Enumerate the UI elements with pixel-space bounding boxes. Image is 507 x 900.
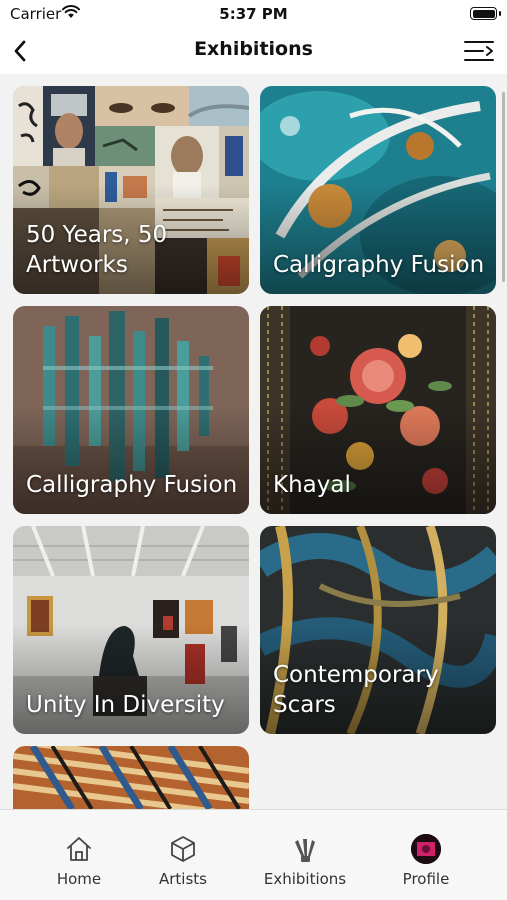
exhibition-card[interactable]: Calligraphy Fusion [260, 86, 496, 294]
exhibition-title: Unity In Diversity [26, 692, 225, 718]
tab-profile[interactable]: Profile [371, 810, 481, 900]
exhibition-card[interactable] [13, 746, 249, 809]
tab-bar: Home Artists Exhibitions Profile [0, 809, 507, 900]
tab-exhibitions[interactable]: Exhibitions [250, 810, 360, 900]
exhibition-title: Contemporary Scars [273, 662, 439, 718]
tab-label: Exhibitions [263, 870, 347, 888]
nav-header: Exhibitions [0, 28, 507, 74]
tab-label: Home [56, 870, 102, 888]
scrollbar[interactable] [502, 92, 505, 282]
tab-label: Artists [159, 870, 207, 888]
exhibition-image [13, 746, 249, 809]
tab-home[interactable]: Home [24, 810, 134, 900]
exhibition-card[interactable]: Khayal [260, 306, 496, 514]
exhibition-title: Calligraphy Fusion [26, 472, 238, 498]
exhibition-title: Calligraphy Fusion [273, 252, 485, 278]
brushes-icon [295, 839, 315, 862]
page-title: Exhibitions [194, 38, 313, 60]
status-bar: Carrier 5:37 PM [0, 0, 507, 28]
exhibition-card[interactable]: Calligraphy Fusion [13, 306, 249, 514]
exhibition-card[interactable]: Unity In Diversity [13, 526, 249, 734]
avatar [411, 834, 441, 864]
exhibition-title: Khayal [273, 472, 351, 498]
home-icon [67, 837, 91, 861]
cube-icon [171, 836, 195, 862]
status-time: 5:37 PM [219, 5, 288, 23]
tab-artists[interactable]: Artists [128, 810, 238, 900]
filter-menu-icon[interactable] [463, 36, 495, 66]
exhibition-title: 50 Years, 50 Artworks [26, 222, 168, 278]
tab-label: Profile [402, 870, 450, 888]
battery-icon [470, 7, 501, 20]
exhibition-card[interactable]: 50 Years, 50 Artworks [13, 86, 249, 294]
exhibitions-grid: 50 Years, 50 Artworks Calligraphy Fusion [0, 74, 507, 809]
exhibition-card[interactable]: Contemporary Scars [260, 526, 496, 734]
